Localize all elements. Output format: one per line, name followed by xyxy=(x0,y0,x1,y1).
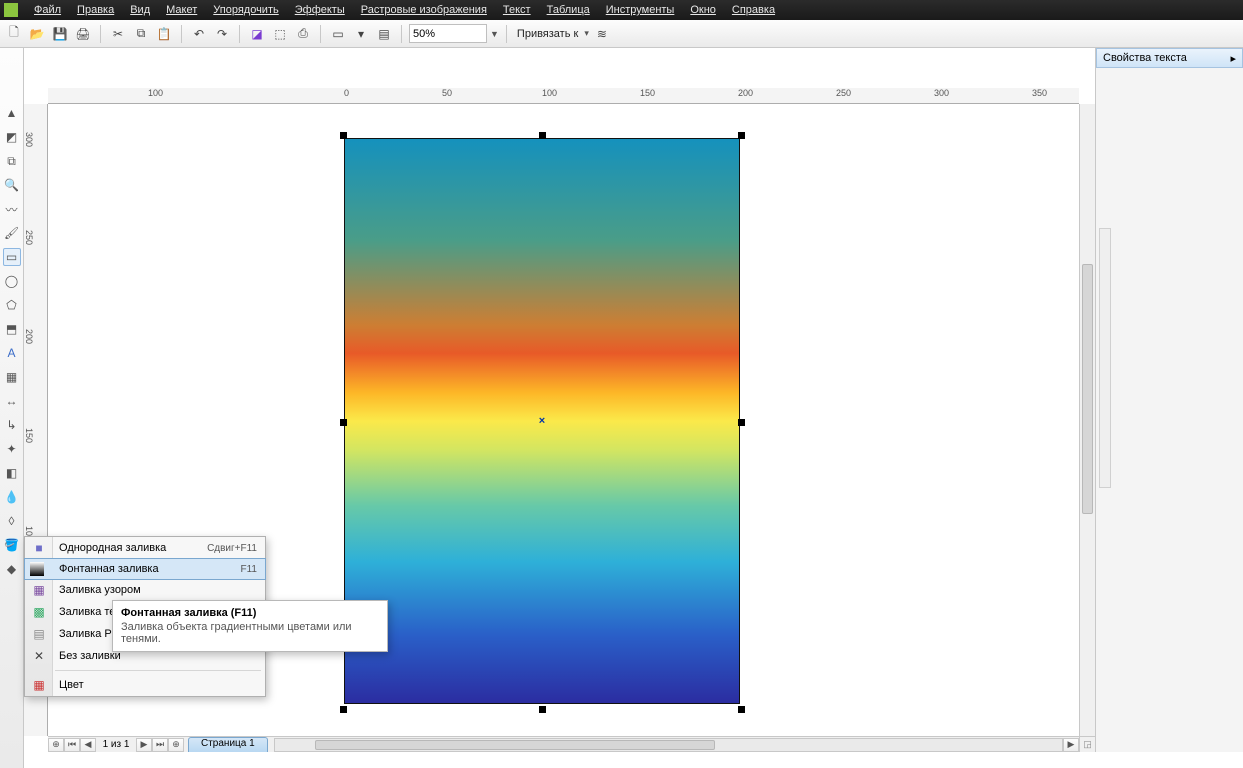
color-item[interactable]: ▦ Цвет xyxy=(25,674,265,696)
pattern-fill-icon: ▦ xyxy=(30,581,48,599)
artistic-media-tool[interactable]: 🖌 xyxy=(3,224,21,242)
pick-tool[interactable]: ▲ xyxy=(3,104,21,122)
table-tool[interactable]: ▦ xyxy=(3,368,21,386)
publish-pdf-button[interactable]: ⎙ xyxy=(293,24,313,44)
menu-table[interactable]: Таблица xyxy=(539,2,598,18)
center-marker-icon: × xyxy=(539,415,545,427)
redo-button[interactable]: ↷ xyxy=(212,24,232,44)
import-button[interactable]: ◪ xyxy=(247,24,267,44)
text-tool[interactable]: A xyxy=(3,344,21,362)
standard-toolbar: 🗋 📂 💾 🖨 ✂ ⧉ 📋 ↶ ↷ ◪ ⬚ ⎙ ▭ ▾ ▤ ▼ Привязат… xyxy=(0,20,1243,48)
uniform-fill-item[interactable]: ■ Однородная заливкаСдвиг+F11 xyxy=(25,537,265,559)
fountain-fill-icon xyxy=(30,562,44,576)
handle-ne[interactable] xyxy=(738,132,745,139)
menu-bitmaps[interactable]: Растровые изображения xyxy=(353,2,495,18)
handle-e[interactable] xyxy=(738,419,745,426)
handle-s[interactable] xyxy=(539,706,546,713)
color-palette-icon: ▦ xyxy=(30,676,48,694)
print-button[interactable]: 🖨 xyxy=(73,24,93,44)
page-navigator: ⊕ ⏮ ◀ 1 из 1 ▶ ⏭ ⊕ Страница 1 ▶ xyxy=(48,736,1079,752)
menu-text[interactable]: Текст xyxy=(495,2,539,18)
add-page-after-button[interactable]: ⊕ xyxy=(168,738,184,752)
hscroll-thumb[interactable] xyxy=(315,740,715,750)
options-button[interactable]: ≋ xyxy=(592,24,612,44)
menu-view[interactable]: Вид xyxy=(122,2,158,18)
export-button[interactable]: ⬚ xyxy=(270,24,290,44)
menu-tools[interactable]: Инструменты xyxy=(598,2,683,18)
tooltip-title: Фонтанная заливка (F11) xyxy=(121,607,379,619)
eyedropper-tool[interactable]: 💧 xyxy=(3,488,21,506)
tooltip-body: Заливка объекта градиентными цветами или… xyxy=(121,621,379,645)
page-tab-1[interactable]: Страница 1 xyxy=(188,737,268,752)
undo-button[interactable]: ↶ xyxy=(189,24,209,44)
horizontal-scrollbar[interactable] xyxy=(274,738,1063,752)
menu-effects[interactable]: Эффекты xyxy=(287,2,353,18)
zoom-tool[interactable]: 🔍 xyxy=(3,176,21,194)
dimension-tool[interactable]: ↔ xyxy=(3,392,21,410)
open-button[interactable]: 📂 xyxy=(27,24,47,44)
handle-nw[interactable] xyxy=(340,132,347,139)
prev-page-button[interactable]: ◀ xyxy=(80,738,96,752)
nav-corner-button[interactable]: ◲ xyxy=(1079,736,1095,752)
outline-tool[interactable]: ◊ xyxy=(3,512,21,530)
menu-bar: Файл Правка Вид Макет Упорядочить Эффект… xyxy=(0,0,1243,20)
fountain-fill-item[interactable]: Фонтанная заливкаF11 xyxy=(24,558,266,580)
menu-file[interactable]: Файл xyxy=(26,2,69,18)
texture-fill-icon: ▩ xyxy=(30,603,48,621)
selected-rectangle[interactable]: × xyxy=(344,138,740,704)
polygon-tool[interactable]: ⬠ xyxy=(3,296,21,314)
menu-window[interactable]: Окно xyxy=(682,2,724,18)
page-counter: 1 из 1 xyxy=(96,739,136,750)
paste-button[interactable]: 📋 xyxy=(154,24,174,44)
docker-panel: Свойства текста▸ xyxy=(1095,48,1243,752)
toolbox: ▲ ◩ ⧉ 🔍 〰 🖌 ▭ ◯ ⬠ ⬒ A ▦ ↔ ↳ ✦ ◧ 💧 ◊ 🪣 ◆ xyxy=(0,48,24,768)
docker-expand-icon[interactable]: ▸ xyxy=(1230,52,1236,65)
interactive-fill-tool[interactable]: ◆ xyxy=(3,560,21,578)
last-page-button[interactable]: ⏭ xyxy=(152,738,168,752)
menu-edit[interactable]: Правка xyxy=(69,2,122,18)
fill-tool[interactable]: 🪣 xyxy=(3,536,21,554)
rectangle-tool[interactable]: ▭ xyxy=(3,248,21,266)
crop-tool[interactable]: ⧉ xyxy=(3,152,21,170)
postscript-fill-icon: ▤ xyxy=(30,625,48,643)
launch-button[interactable]: ▤ xyxy=(374,24,394,44)
fullscreen-button[interactable]: ▭ xyxy=(328,24,348,44)
vertical-scrollbar[interactable] xyxy=(1079,104,1095,736)
display-button[interactable]: ▾ xyxy=(351,24,371,44)
hscroll-right-button[interactable]: ▶ xyxy=(1063,738,1079,752)
basic-shapes-tool[interactable]: ⬒ xyxy=(3,320,21,338)
docker-text-properties[interactable]: Свойства текста▸ xyxy=(1096,48,1243,68)
flyout-separator xyxy=(55,670,261,671)
tooltip: Фонтанная заливка (F11) Заливка объекта … xyxy=(112,600,388,652)
zoom-combo[interactable] xyxy=(409,24,487,43)
app-logo-icon xyxy=(4,3,18,17)
cut-button[interactable]: ✂ xyxy=(108,24,128,44)
snap-to-label: Привязать к xyxy=(517,28,578,40)
docker-scrollbar[interactable] xyxy=(1099,228,1111,488)
save-button[interactable]: 💾 xyxy=(50,24,70,44)
interactive-effects-tool[interactable]: ✦ xyxy=(3,440,21,458)
ellipse-tool[interactable]: ◯ xyxy=(3,272,21,290)
menu-arrange[interactable]: Упорядочить xyxy=(205,2,286,18)
horizontal-ruler[interactable]: 100 0 50 100 150 200 250 300 350 xyxy=(48,88,1079,104)
freehand-tool[interactable]: 〰 xyxy=(3,200,21,218)
copy-button[interactable]: ⧉ xyxy=(131,24,151,44)
new-button[interactable]: 🗋 xyxy=(4,24,24,44)
handle-sw[interactable] xyxy=(340,706,347,713)
connector-tool[interactable]: ↳ xyxy=(3,416,21,434)
first-page-button[interactable]: ⏮ xyxy=(64,738,80,752)
handle-se[interactable] xyxy=(738,706,745,713)
menu-help[interactable]: Справка xyxy=(724,2,783,18)
handle-n[interactable] xyxy=(539,132,546,139)
transparency-tool[interactable]: ◧ xyxy=(3,464,21,482)
pattern-fill-item[interactable]: ▦ Заливка узором xyxy=(25,579,265,601)
handle-w[interactable] xyxy=(340,419,347,426)
shape-tool[interactable]: ◩ xyxy=(3,128,21,146)
uniform-fill-icon: ■ xyxy=(30,539,48,557)
no-fill-icon: ✕ xyxy=(30,647,48,665)
next-page-button[interactable]: ▶ xyxy=(136,738,152,752)
vscroll-thumb[interactable] xyxy=(1082,264,1093,514)
add-page-before-button[interactable]: ⊕ xyxy=(48,738,64,752)
menu-layout[interactable]: Макет xyxy=(158,2,205,18)
